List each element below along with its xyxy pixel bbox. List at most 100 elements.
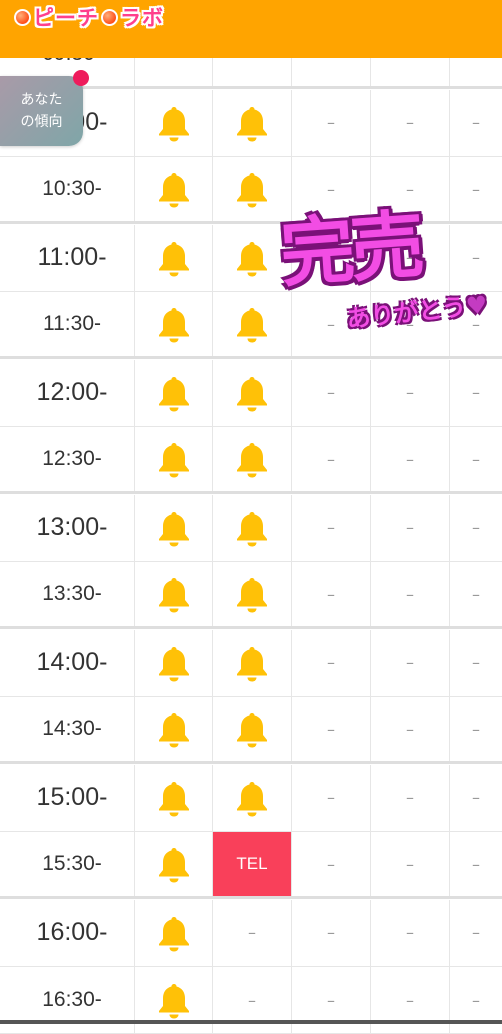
unavailable-cell: –	[450, 562, 502, 626]
unavailable-cell: –	[292, 494, 371, 561]
bell-icon	[157, 509, 191, 547]
unavailable-cell: –	[213, 899, 292, 966]
bell-icon	[235, 239, 269, 277]
reserve-cell[interactable]	[213, 697, 292, 761]
reserve-cell[interactable]	[213, 157, 292, 221]
unavailable-dash: –	[327, 248, 335, 267]
unavailable-cell: –	[371, 89, 450, 156]
reserve-cell[interactable]	[135, 359, 213, 426]
unavailable-dash: –	[406, 719, 414, 739]
time-cell: 14:00-	[0, 629, 135, 696]
reserve-cell[interactable]	[135, 157, 213, 221]
unavailable-dash: –	[327, 179, 335, 199]
reserve-cell[interactable]	[135, 427, 213, 491]
bell-icon	[157, 374, 191, 412]
reserve-cell[interactable]	[135, 629, 213, 696]
reserve-cell[interactable]	[213, 494, 292, 561]
unavailable-dash: –	[248, 923, 256, 942]
bell-icon	[235, 170, 269, 208]
unavailable-cell: –	[371, 359, 450, 426]
reserve-cell[interactable]	[135, 764, 213, 831]
time-cell: 12:30-	[0, 427, 135, 491]
time-label: 15:30-	[42, 852, 102, 875]
unavailable-cell: –	[450, 630, 502, 696]
unavailable-dash: –	[472, 248, 480, 267]
bell-icon	[157, 305, 191, 343]
reserve-cell[interactable]	[135, 562, 213, 626]
unavailable-dash: –	[248, 990, 256, 1010]
reserve-cell[interactable]	[135, 494, 213, 561]
unavailable-dash: –	[406, 248, 414, 267]
unavailable-dash: –	[472, 584, 480, 604]
bell-icon	[235, 374, 269, 412]
reserve-cell[interactable]	[213, 427, 292, 491]
reserve-cell[interactable]	[135, 697, 213, 761]
tel-button[interactable]: TEL	[213, 832, 291, 896]
unavailable-cell: –	[292, 697, 371, 761]
bell-icon	[235, 779, 269, 817]
unavailable-cell: –	[292, 562, 371, 626]
unavailable-cell: –	[450, 427, 502, 491]
reserve-cell[interactable]	[135, 292, 213, 356]
bell-icon	[157, 644, 191, 682]
unavailable-cell: –	[450, 495, 502, 561]
reserve-cell[interactable]	[135, 224, 213, 291]
reserve-cell[interactable]	[135, 899, 213, 966]
bell-icon	[157, 779, 191, 817]
time-label: 11:00-	[37, 243, 107, 271]
unavailable-cell: –	[371, 224, 450, 291]
notification-dot	[73, 70, 89, 86]
bell-icon	[157, 914, 191, 952]
table-row: 15:30- TEL – – –	[0, 832, 502, 899]
unavailable-cell: –	[371, 697, 450, 761]
unavailable-dash: –	[406, 854, 414, 874]
time-label: 14:30-	[42, 717, 102, 740]
reserve-cell[interactable]	[213, 292, 292, 356]
site-logo[interactable]: ピーチ ラボ	[12, 4, 164, 30]
reserve-cell[interactable]	[213, 629, 292, 696]
unavailable-dash: –	[327, 383, 335, 402]
your-tendency-button[interactable]: あなた の傾向	[0, 70, 89, 146]
unavailable-dash: –	[406, 179, 414, 199]
unavailable-cell: –	[371, 157, 450, 221]
unavailable-dash: –	[472, 314, 480, 334]
peach-icon	[101, 8, 118, 26]
bell-icon	[235, 710, 269, 748]
time-label: 16:00-	[36, 918, 108, 946]
unavailable-cell: –	[292, 224, 371, 291]
site-header: ピーチ ラボ	[0, 0, 502, 58]
bell-icon	[157, 575, 191, 613]
unavailable-cell: –	[450, 292, 502, 356]
reserve-cell[interactable]	[213, 224, 292, 291]
unavailable-dash: –	[406, 584, 414, 604]
bell-icon	[157, 710, 191, 748]
time-label: 12:30-	[42, 447, 102, 470]
unavailable-cell: –	[371, 629, 450, 696]
reserve-cell[interactable]	[213, 359, 292, 426]
reserve-cell[interactable]	[213, 89, 292, 156]
tendency-label-line2: の傾向	[20, 114, 63, 130]
time-label: 10:30-	[42, 177, 102, 200]
time-label: 13:00-	[36, 513, 108, 541]
time-cell: 11:30-	[0, 292, 135, 356]
unavailable-cell: –	[371, 899, 450, 966]
unavailable-cell: –	[371, 292, 450, 356]
unavailable-cell: –	[292, 359, 371, 426]
table-row: 12:30- – – –	[0, 427, 502, 494]
reserve-cell[interactable]	[213, 764, 292, 831]
time-label: 16:30-	[42, 988, 102, 1011]
peach-icon	[14, 8, 31, 26]
reserve-cell[interactable]	[213, 562, 292, 626]
time-cell: 13:30-	[0, 562, 135, 626]
unavailable-dash: –	[327, 990, 335, 1010]
tel-cell[interactable]: TEL	[213, 832, 292, 896]
bell-icon	[157, 104, 191, 142]
reserve-cell[interactable]	[135, 832, 213, 896]
table-row: 12:00- – – –	[0, 359, 502, 427]
unavailable-dash: –	[327, 854, 335, 874]
unavailable-dash: –	[406, 314, 414, 334]
unavailable-cell: –	[292, 427, 371, 491]
reserve-cell[interactable]	[135, 89, 213, 156]
unavailable-dash: –	[472, 719, 480, 739]
bell-icon	[235, 104, 269, 142]
